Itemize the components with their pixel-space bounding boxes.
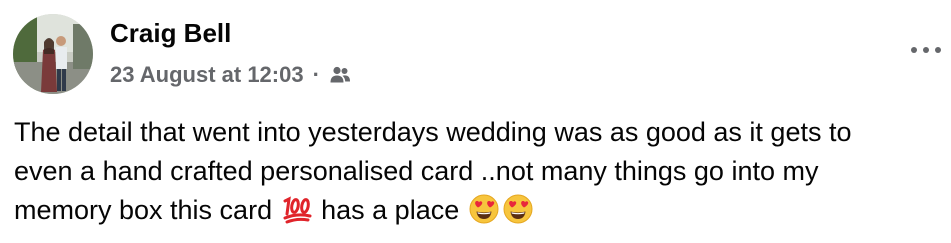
friends-icon[interactable] xyxy=(328,63,352,87)
post-text-line-3-end: has a place xyxy=(321,195,460,225)
post-text-line-3-start: memory box this card xyxy=(14,195,273,225)
facebook-post: Craig Bell 23 August at 12:03 · The deta… xyxy=(0,0,951,243)
meta-separator: · xyxy=(312,62,320,87)
heart-eyes-emoji xyxy=(469,194,499,224)
post-text-line-1: The detail that went into yesterdays wed… xyxy=(14,117,852,147)
author-avatar[interactable] xyxy=(13,14,93,94)
more-dot xyxy=(935,47,941,53)
more-dot xyxy=(923,47,929,53)
post-text-line-3: memory box this card has a place xyxy=(14,191,946,230)
post-message: The detail that went into yesterdays wed… xyxy=(14,113,946,230)
post-text-line-2: even a hand crafted personalised card ..… xyxy=(14,156,819,186)
hundred-points-emoji xyxy=(282,194,312,224)
more-options-icon[interactable] xyxy=(905,34,949,66)
author-name[interactable]: Craig Bell xyxy=(110,17,231,49)
more-dot xyxy=(911,47,917,53)
post-timestamp[interactable]: 23 August at 12:03 xyxy=(110,62,304,88)
heart-eyes-emoji xyxy=(503,194,533,224)
post-meta: 23 August at 12:03 · xyxy=(110,60,352,90)
